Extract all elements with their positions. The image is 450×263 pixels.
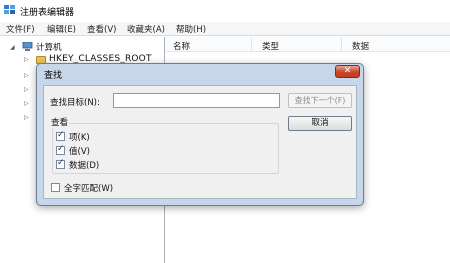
menu-file[interactable]: 文件(F) [6,23,35,35]
collapse-arrow-icon[interactable]: ▷ [24,72,29,79]
look-at-keys-checkbox[interactable]: ✓ [56,130,65,141]
window-title: 注册表编辑器 [20,8,75,18]
menu-edit[interactable]: 编辑(E) [47,23,76,35]
column-name[interactable]: 名称 [173,40,190,52]
column-divider[interactable] [251,37,252,52]
collapse-arrow-icon[interactable]: ▷ [24,114,29,121]
look-at-data-checkbox[interactable]: ✓ [56,158,65,169]
find-dialog: 查找 ✕ 查找目标(N): 查找下一个(F) 取消 查看 ✓ 项(K) ✓ 值(… [36,63,364,206]
close-button[interactable]: ✕ [335,65,360,78]
column-type[interactable]: 类型 [262,40,279,52]
tree-item-computer[interactable]: 计算机 [36,41,62,53]
checkmark-icon: ✓ [57,158,65,168]
registry-editor-icon [4,5,15,14]
look-at-values-label[interactable]: 值(V) [69,145,90,157]
computer-icon [22,42,33,51]
collapse-arrow-icon[interactable]: ▷ [24,100,29,107]
find-next-button[interactable]: 查找下一个(F) [288,93,352,108]
close-icon: ✕ [343,66,352,76]
column-divider[interactable] [341,37,342,52]
list-header: 名称 类型 数据 [166,37,450,52]
match-whole-string-label[interactable]: 全字匹配(W) [64,182,113,194]
look-at-keys-label[interactable]: 项(K) [69,131,90,143]
dialog-title: 查找 [44,71,63,81]
find-what-label: 查找目标(N): [50,98,100,108]
collapse-arrow-icon[interactable]: ▷ [24,56,29,63]
checkmark-icon: ✓ [57,144,65,154]
menu-bar: 文件(F) 编辑(E) 查看(V) 收藏夹(A) 帮助(H) [0,22,450,36]
column-data[interactable]: 数据 [352,40,369,52]
match-whole-string-checkbox[interactable] [51,183,60,192]
look-at-group-title: 查看 [50,116,70,128]
dialog-body: 查找目标(N): 查找下一个(F) 取消 查看 ✓ 项(K) ✓ 值(V) ✓ … [43,85,357,199]
menu-help[interactable]: 帮助(H) [176,23,206,35]
dialog-titlebar[interactable]: 查找 ✕ [37,64,363,82]
look-at-data-label[interactable]: 数据(D) [69,159,99,171]
window-titlebar: 注册表编辑器 [0,0,450,22]
look-at-values-checkbox[interactable]: ✓ [56,144,65,155]
menu-view[interactable]: 查看(V) [87,23,116,35]
expand-arrow-icon[interactable]: ◢ [10,44,15,51]
collapse-arrow-icon[interactable]: ▷ [24,86,29,93]
checkmark-icon: ✓ [57,130,65,140]
cancel-button[interactable]: 取消 [288,116,352,131]
find-what-input[interactable] [113,93,280,108]
menu-favorites[interactable]: 收藏夹(A) [127,23,165,35]
